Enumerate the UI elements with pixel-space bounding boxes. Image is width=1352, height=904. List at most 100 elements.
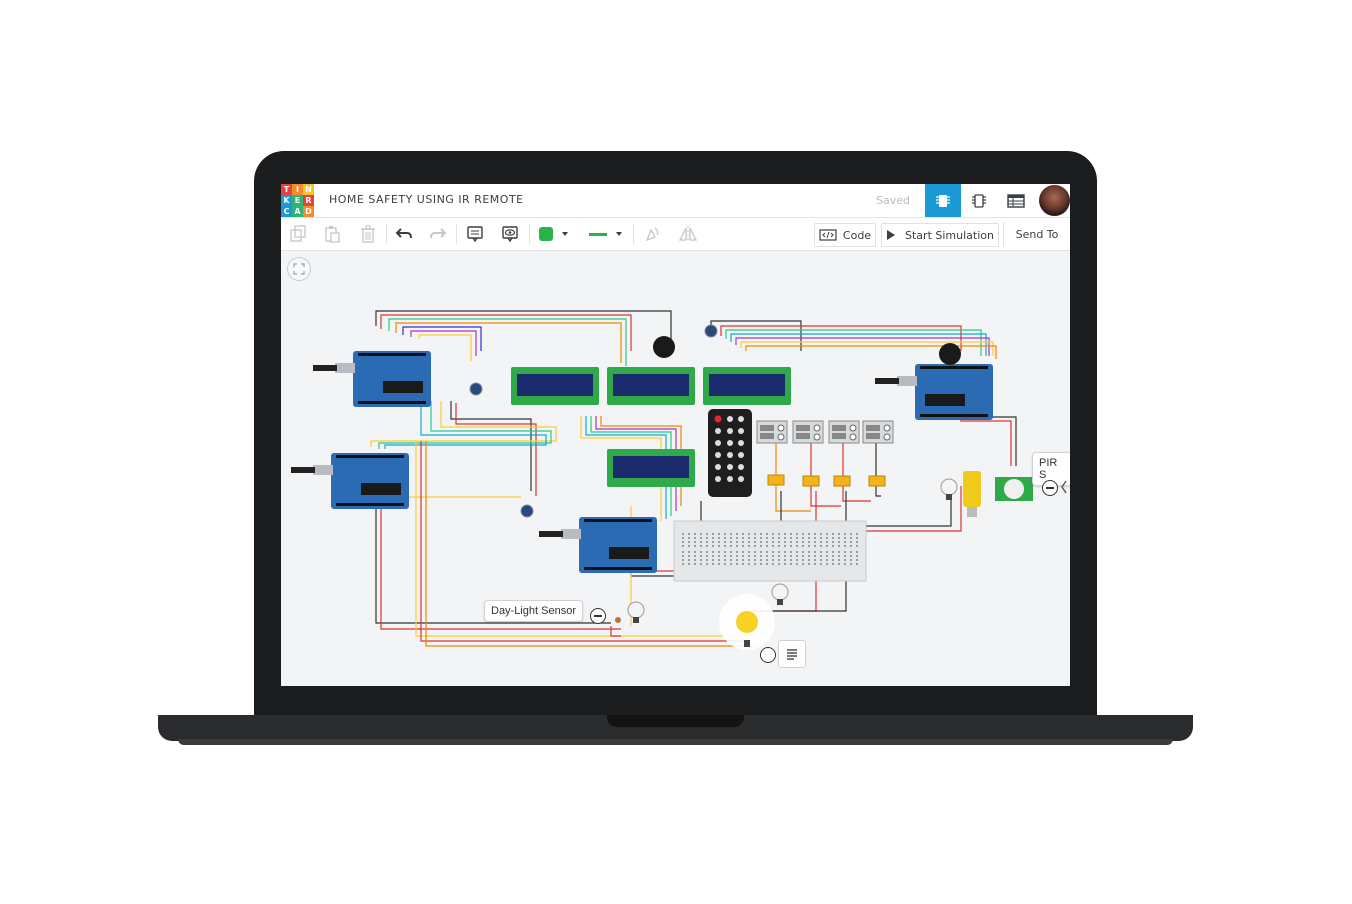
breadboard-hole: [712, 541, 714, 543]
component-list-button[interactable]: [998, 184, 1034, 217]
breadboard-hole: [850, 555, 852, 557]
lcd-display[interactable]: [511, 367, 599, 405]
lcd-display[interactable]: [607, 449, 695, 487]
breadboard-hole: [850, 541, 852, 543]
fill-color-picker[interactable]: [535, 222, 573, 246]
breadboard-hole: [712, 563, 714, 565]
breadboard-hole: [682, 551, 684, 553]
buzzer[interactable]: [653, 336, 675, 358]
breadboard-hole: [838, 563, 840, 565]
remove-label-button[interactable]: [1042, 480, 1058, 496]
arduino-board[interactable]: [539, 517, 657, 573]
breadboard-hole: [694, 559, 696, 561]
breadboard-hole: [814, 563, 816, 565]
breadboard-hole: [844, 537, 846, 539]
breadboard-hole: [718, 551, 720, 553]
breadboard-hole: [796, 545, 798, 547]
breadboard-hole: [814, 559, 816, 561]
potentiometer[interactable]: [469, 382, 483, 396]
wire-type-picker[interactable]: [584, 222, 628, 246]
breadboard-hole: [844, 559, 846, 561]
breadboard-hole: [700, 533, 702, 535]
resistor[interactable]: [833, 475, 851, 487]
breadboard-hole: [826, 541, 828, 543]
logo-letter: R: [303, 195, 314, 206]
lcd-display[interactable]: [607, 367, 695, 405]
breadboard-hole: [790, 551, 792, 553]
notes-button[interactable]: [462, 222, 488, 246]
rotate-button[interactable]: [639, 222, 665, 246]
breadboard-hole: [808, 551, 810, 553]
breadboard-hole: [754, 555, 756, 557]
buzzer[interactable]: [939, 343, 961, 365]
code-button[interactable]: Code: [814, 223, 876, 247]
breadboard-hole: [844, 545, 846, 547]
remove-label-button[interactable]: [590, 608, 606, 624]
breadboard-hole: [826, 551, 828, 553]
logo-letter: D: [303, 206, 314, 217]
flip-button[interactable]: [675, 222, 701, 246]
project-title[interactable]: HOME SAFETY USING IR REMOTE: [329, 193, 524, 206]
lcd-display[interactable]: [703, 367, 791, 405]
ir-remote[interactable]: [708, 409, 752, 497]
breadboard-hole: [832, 559, 834, 561]
potentiometer[interactable]: [704, 324, 718, 338]
breadboard-hole: [772, 563, 774, 565]
light-bulb[interactable]: [940, 478, 958, 500]
toolbar-divider: [456, 224, 457, 244]
resistor[interactable]: [802, 475, 820, 487]
pir-sensor[interactable]: [995, 477, 1033, 501]
light-bulb-glowing[interactable]: [719, 594, 775, 650]
paste-button[interactable]: [319, 222, 345, 246]
breadboard-hole: [784, 545, 786, 547]
resistor[interactable]: [868, 475, 886, 487]
eye-note-icon: [502, 226, 518, 243]
breadboard-hole: [682, 541, 684, 543]
breadboard[interactable]: [673, 520, 867, 582]
potentiometer[interactable]: [520, 504, 534, 518]
breadboard-hole: [790, 555, 792, 557]
breadboard-hole: [802, 559, 804, 561]
breadboard-hole: [742, 551, 744, 553]
start-simulation-button[interactable]: Start Simulation: [881, 223, 999, 247]
notes-visibility-button[interactable]: [497, 222, 523, 246]
circuit-canvas[interactable]: Day-Light Sensor PIR S: [281, 251, 1070, 686]
breadboard-hole: [808, 545, 810, 547]
redo-button[interactable]: [425, 222, 451, 246]
breadboard-hole: [748, 537, 750, 539]
breadboard-hole: [838, 551, 840, 553]
breadboard-hole: [760, 551, 762, 553]
user-avatar[interactable]: [1039, 185, 1070, 216]
light-bulb[interactable]: [771, 583, 789, 605]
note-handle[interactable]: [760, 647, 776, 663]
undo-button[interactable]: [391, 222, 417, 246]
resistor[interactable]: [767, 474, 785, 486]
arduino-board[interactable]: [313, 351, 431, 407]
notes-toggle-button[interactable]: [778, 640, 806, 668]
code-icon: [819, 229, 837, 241]
breadboard-hole: [742, 555, 744, 557]
arduino-board[interactable]: [875, 364, 993, 420]
dc-motor[interactable]: [963, 471, 981, 517]
breadboard-hole: [694, 533, 696, 535]
breadboard-hole: [766, 551, 768, 553]
send-to-button[interactable]: Send To: [1003, 222, 1070, 246]
tinkercad-logo[interactable]: TINKERCAD: [281, 184, 314, 217]
copy-button[interactable]: [285, 222, 311, 246]
relay-module[interactable]: [828, 420, 860, 444]
schematic-view-button[interactable]: [961, 184, 997, 217]
breadboard-hole: [682, 563, 684, 565]
arduino-board[interactable]: [291, 453, 409, 509]
breadboard-hole: [688, 545, 690, 547]
breadboard-hole: [808, 533, 810, 535]
relay-module[interactable]: [756, 420, 788, 444]
component-label-day-light-sensor[interactable]: Day-Light Sensor: [484, 600, 583, 622]
delete-button[interactable]: [355, 222, 381, 246]
relay-module[interactable]: [862, 420, 894, 444]
relay-module[interactable]: [792, 420, 824, 444]
breadboard-hole: [832, 551, 834, 553]
chevron-left-icon[interactable]: [1060, 480, 1068, 494]
photoresistor[interactable]: [615, 617, 621, 623]
breadboard-hole: [766, 545, 768, 547]
circuit-view-button[interactable]: [925, 184, 961, 217]
